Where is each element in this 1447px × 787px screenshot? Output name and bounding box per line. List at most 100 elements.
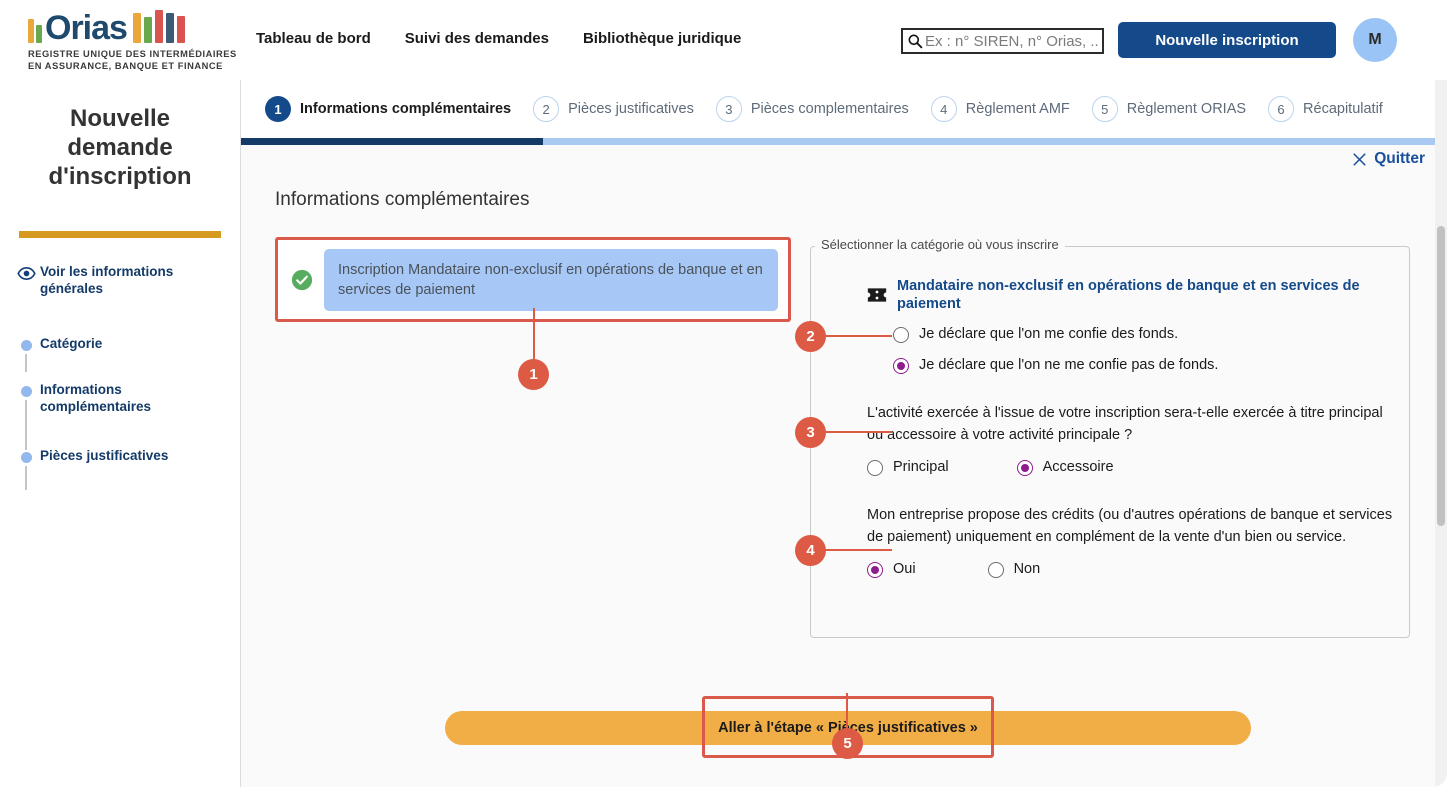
activity-question: L'activité exercée à l'issue de votre in… [867,405,1383,443]
logo-wordmark-row: Orias [28,8,242,45]
sidebar-connector [25,400,27,450]
step-label: Règlement AMF [965,101,1070,117]
radio-input[interactable] [867,459,883,476]
radio-input[interactable] [1016,459,1033,476]
step-number: 2 [533,96,560,122]
step-number: 4 [930,96,957,122]
sidebar-marker [12,446,40,466]
annotation-badge-4: 4 [795,535,826,566]
avatar[interactable]: M [1353,18,1397,62]
quit-label: Quitter [1374,150,1425,167]
credit-option-non[interactable]: Non [987,560,1041,579]
category-heading-row: Mandataire non-exclusif en opérations de… [867,277,1409,313]
radio-input[interactable] [987,561,1004,578]
sidebar-item-informations-generales[interactable]: Voir les informations générales [0,262,240,297]
activity-options: Principal Accessoire [867,458,1409,477]
step-label: Pièces justificatives [568,101,694,117]
nav-item-suivi-des-demandes[interactable]: Suivi des demandes [405,30,549,47]
funds-option-1[interactable]: Je déclare que l'on me confie des fonds. [867,325,1409,344]
step-label: Informations complémentaires [300,101,512,117]
nav-item-bibliotheque-juridique[interactable]: Bibliothèque juridique [583,30,741,47]
sidebar-connector [25,354,27,372]
sidebar-divider [19,231,221,238]
logo-tagline-line1: REGISTRE UNIQUE DES INTERMÉDIAIRES [28,49,237,59]
sidebar-item-label: Pièces justificatives [40,448,169,463]
activity-option-principal[interactable]: Principal [867,458,949,477]
progress-bar-fill [241,138,543,145]
sidebar-item-informations-complementaires[interactable]: Informations complémentaires [0,380,240,450]
logo-bar [36,25,42,43]
sidebar-item-categorie[interactable]: Catégorie [0,334,240,372]
logo-bars-right [132,9,185,43]
eye-icon [16,266,36,280]
annotation-leader-5 [846,693,848,729]
annotation-leader-3 [824,431,892,433]
step-number: 1 [265,96,291,122]
close-icon [1353,152,1366,166]
sidebar-item-pieces-justificatives[interactable]: Pièces justificatives [0,446,240,490]
orias-logo[interactable]: Orias REGISTRE UNIQUE DES INTERMÉDIAIRES… [28,8,242,72]
nav-item-tableau-de-bord[interactable]: Tableau de bord [256,30,371,47]
credit-option-oui[interactable]: Oui [867,560,916,579]
vertical-scrollbar-thumb[interactable] [1437,226,1445,526]
logo-bar [143,17,152,43]
sidebar-nav-list: Voir les informations générales Catégori… [0,262,240,490]
category-fieldset: Sélectionner la catégorie où vous inscri… [810,237,1410,638]
radio-label: Accessoire [1042,459,1114,475]
radio-label: Oui [893,561,916,577]
radio-label: Principal [893,459,949,475]
logo-tagline: REGISTRE UNIQUE DES INTERMÉDIAIRES EN AS… [28,48,242,72]
step-4[interactable]: 4 Règlement AMF [930,96,1070,122]
radio-input[interactable] [867,561,883,578]
form-body: Quitter Informations complémentaires Ins… [241,145,1447,787]
sidebar: Nouvelle demande d'inscription Voir les … [0,80,241,787]
funds-option-2[interactable]: Je déclare que l'on ne me confie pas de … [867,356,1409,375]
sidebar-marker [12,262,40,282]
sidebar-marker [12,334,40,354]
bullet-icon [20,451,32,463]
fieldset-legend: Sélectionner la catégorie où vous inscri… [815,237,1065,252]
step-number: 5 [1091,96,1118,122]
progress-bar [241,138,1447,145]
search-box[interactable] [901,28,1124,54]
sidebar-connector [25,466,27,490]
bullet-icon [20,385,32,397]
nouvelle-inscription-button[interactable]: Nouvelle inscription [1118,22,1336,58]
search-input[interactable] [925,32,1124,50]
top-header: Orias REGISTRE UNIQUE DES INTERMÉDIAIRES… [0,0,1447,80]
activity-option-accessoire[interactable]: Accessoire [1016,458,1114,477]
step-6[interactable]: 6 Récapitulatif [1268,96,1383,122]
logo-bar [28,19,34,43]
content-area: 1 Informations complémentaires 2 Pièces … [241,80,1447,787]
logo-bars-left [28,13,42,43]
step-number: 3 [715,96,742,122]
step-3[interactable]: 3 Pièces complementaires [715,96,909,122]
badge-ticket-icon [867,288,887,302]
annotation-leader-1 [533,308,535,360]
vertical-scrollbar-track[interactable] [1435,80,1447,787]
radio-input[interactable] [893,357,909,374]
step-label: Pièces complementaires [750,101,909,117]
logo-bar [154,10,163,43]
annotation-badge-5: 5 [832,728,863,759]
application-window: Orias REGISTRE UNIQUE DES INTERMÉDIAIRES… [0,0,1447,787]
sidebar-item-label: Voir les informations générales [40,264,174,296]
annotation-leader-2 [824,335,892,337]
search-icon [908,34,923,49]
step-5[interactable]: 5 Règlement ORIAS [1091,96,1247,122]
step-2[interactable]: 2 Pièces justificatives [533,96,694,122]
sidebar-item-label: Catégorie [40,336,103,351]
page-title: Informations complémentaires [275,189,530,210]
bullet-icon [20,339,32,351]
radio-label: Je déclare que l'on ne me confie pas de … [919,357,1219,373]
quit-button[interactable]: Quitter [1352,150,1425,168]
step-label: Règlement ORIAS [1126,101,1247,117]
radio-input[interactable] [893,326,909,343]
step-number: 6 [1268,96,1295,122]
step-1[interactable]: 1 Informations complémentaires [265,96,511,122]
sidebar-item-label: Informations complémentaires [40,382,152,414]
credit-options: Oui Non [867,560,1409,579]
radio-label: Non [1013,561,1041,577]
logo-tagline-line2: EN ASSURANCE, BANQUE ET FINANCE [28,61,223,71]
